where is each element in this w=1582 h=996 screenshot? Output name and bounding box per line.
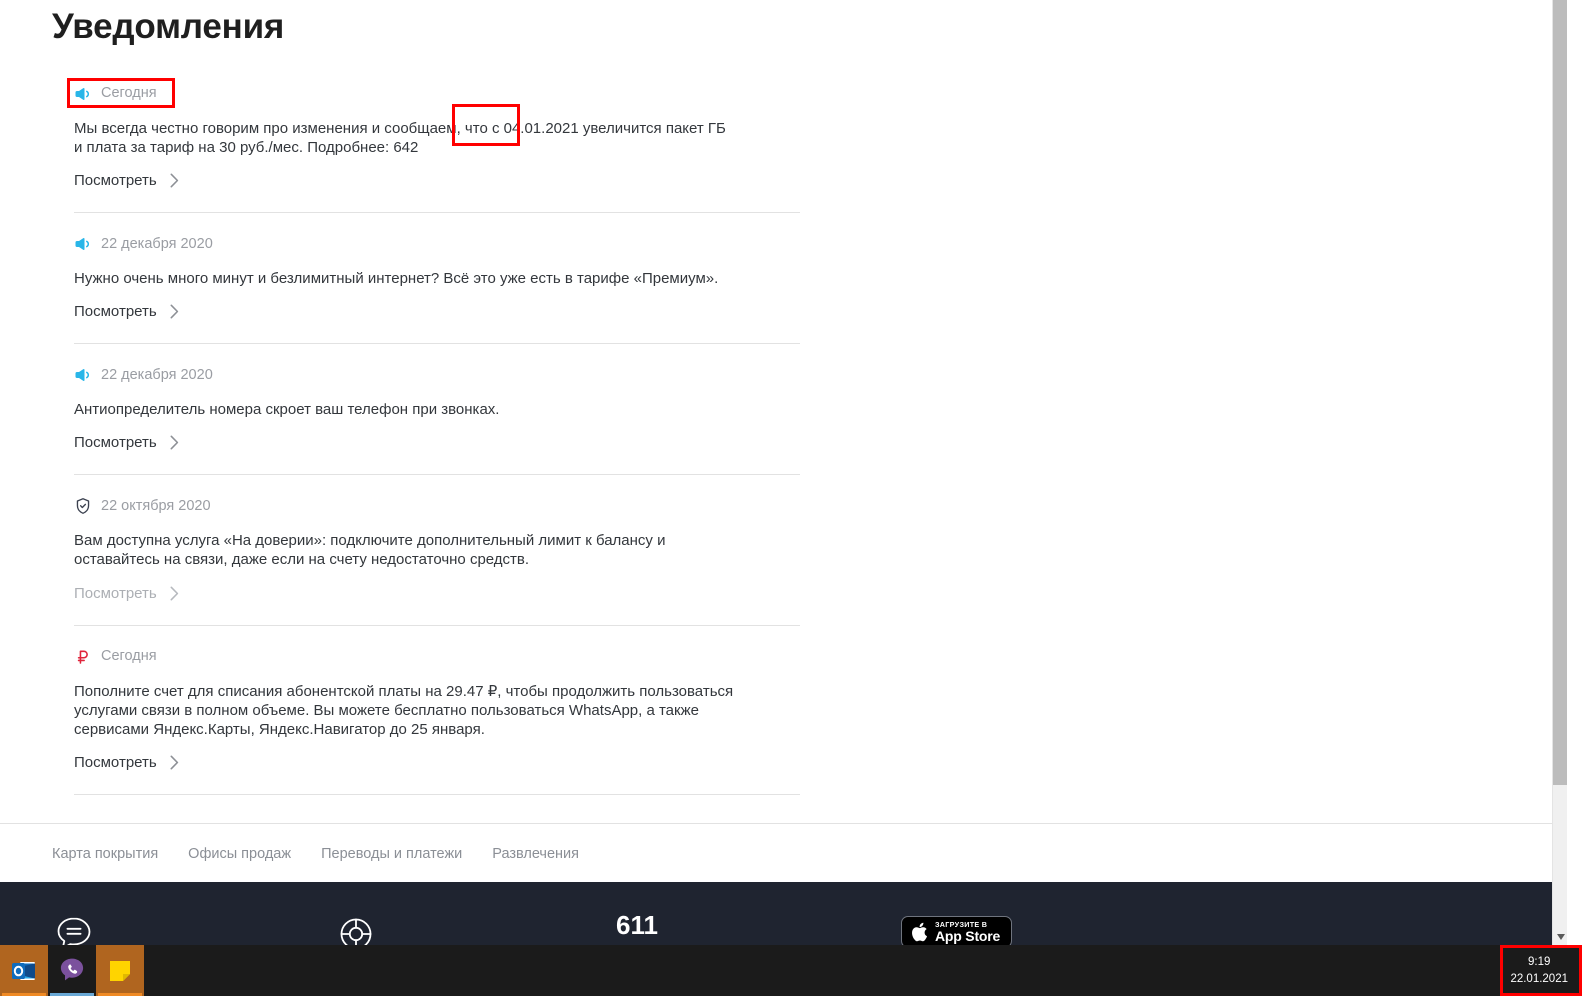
footer-column-faq: Вопросы и ответы Более 200 статей и отве… (334, 912, 616, 945)
notification-date: 22 декабря 2020 (101, 235, 213, 252)
footer-columns: Куда обратиться Контакты и адреса Вопрос… (52, 911, 1515, 945)
notification-text: Пополните счет для списания абонентской … (74, 682, 734, 738)
scrollbar-down-arrow-icon[interactable] (1553, 929, 1567, 945)
notification-header: 22 декабря 2020 (74, 233, 800, 255)
quick-links-bar: Карта покрытия Офисы продаж Переводы и п… (0, 823, 1567, 883)
notification-header: Сегодня (74, 83, 800, 105)
footer-short-number[interactable]: 611 (616, 911, 901, 939)
taskbar-item-sticky-notes[interactable] (96, 945, 144, 996)
notification-view-link[interactable]: Посмотреть (74, 754, 179, 771)
footer-column-contact: Куда обратиться Контакты и адреса (52, 912, 334, 945)
notification-view-label: Посмотреть (74, 171, 157, 189)
quick-link-entertainment[interactable]: Развлечения (492, 846, 579, 862)
notification-text: Антиопределитель номера скроет ваш телеф… (74, 401, 500, 419)
quick-link-transfers-payments[interactable]: Переводы и платежи (321, 846, 462, 862)
notification-header: Сегодня (74, 646, 800, 668)
megaphone-icon (74, 85, 92, 103)
quick-link-sales-offices[interactable]: Офисы продаж (188, 846, 291, 862)
megaphone-icon (74, 366, 92, 384)
site-footer: Куда обратиться Контакты и адреса Вопрос… (0, 882, 1567, 945)
notification-view-link[interactable]: Посмотреть (74, 434, 179, 451)
chevron-right-icon (170, 173, 179, 188)
notification-text: Вам доступна услуга «На доверии»: подклю… (74, 532, 666, 569)
chevron-right-icon (170, 586, 179, 601)
chevron-right-icon (170, 755, 179, 770)
notification-text: Мы всегда честно говорим про изменения и… (74, 119, 726, 156)
notification-view-label: Посмотреть (74, 754, 157, 772)
screen: Уведомления Сегодня Мы всегда честно гов… (0, 0, 1582, 996)
windows-taskbar: 9:19 22.01.2021 (0, 945, 1582, 996)
chevron-right-icon (170, 435, 179, 450)
shield-check-icon (74, 497, 92, 515)
taskbar-clock-time: 9:19 (1528, 955, 1551, 968)
app-store-badge-top: Загрузите в (935, 920, 988, 930)
scrollbar-thumb[interactable] (1553, 0, 1567, 785)
notification-item[interactable]: Сегодня Мы всегда честно говорим про изм… (74, 83, 800, 213)
ruble-icon (74, 648, 92, 666)
notification-view-link[interactable]: Посмотреть (74, 585, 179, 602)
notification-item[interactable]: 22 декабря 2020 Антиопределитель номера … (74, 344, 800, 476)
footer-column-phones: 611 Для номеров Tele2 8 (342) 277-76-11 … (616, 911, 901, 945)
notification-header: 22 октября 2020 (74, 495, 800, 517)
app-store-badge-bottom: App Store (935, 928, 1001, 945)
app-store-badge-text: Загрузите в App Store (935, 921, 1000, 943)
notification-text: Нужно очень много минут и безлимитный ин… (74, 269, 719, 287)
footer-column-apps: Загрузите в App Store (901, 912, 1201, 945)
notification-view-link[interactable]: Посмотреть (74, 303, 179, 320)
apple-icon (911, 922, 928, 942)
megaphone-icon (74, 235, 92, 253)
notifications-page: Уведомления Сегодня Мы всегда честно гов… (0, 0, 1567, 796)
browser-page: Уведомления Сегодня Мы всегда честно гов… (0, 0, 1567, 945)
taskbar-item-outlook[interactable] (0, 945, 48, 996)
notification-header: 22 декабря 2020 (74, 364, 800, 386)
lifebuoy-icon (334, 912, 616, 945)
notification-item[interactable]: 22 декабря 2020 Нужно очень много минут … (74, 213, 800, 345)
notification-view-label: Посмотреть (74, 303, 157, 321)
taskbar-clock-date: 22.01.2021 (1510, 972, 1568, 985)
notification-date: 22 октября 2020 (101, 498, 211, 514)
quick-link-coverage-map[interactable]: Карта покрытия (52, 846, 158, 862)
notification-view-label: Посмотреть (74, 434, 157, 452)
notification-date: Сегодня (101, 648, 157, 665)
chat-bubble-icon (52, 912, 334, 945)
notification-date: Сегодня (101, 85, 157, 102)
notification-view-label: Посмотреть (74, 584, 157, 602)
notification-date: 22 декабря 2020 (101, 366, 213, 383)
notification-view-link[interactable]: Посмотреть (74, 172, 179, 189)
viber-icon (60, 958, 84, 980)
chevron-right-icon (170, 304, 179, 319)
taskbar-clock[interactable]: 9:19 22.01.2021 (1502, 945, 1576, 996)
outlook-icon (12, 961, 35, 980)
taskbar-item-viber[interactable] (48, 945, 96, 996)
sticky-notes-icon (110, 960, 130, 981)
page-scrollbar[interactable] (1552, 0, 1567, 945)
page-title: Уведомления (52, 7, 285, 46)
notification-item[interactable]: 22 октября 2020 Вам доступна услуга «На … (74, 475, 800, 626)
app-badge-row-top: Загрузите в App Store (901, 916, 1201, 945)
notification-list: Сегодня Мы всегда честно говорим про изм… (74, 83, 800, 796)
notification-item[interactable]: Сегодня Пополните счет для списания абон… (74, 626, 800, 796)
app-store-badge[interactable]: Загрузите в App Store (901, 916, 1013, 945)
